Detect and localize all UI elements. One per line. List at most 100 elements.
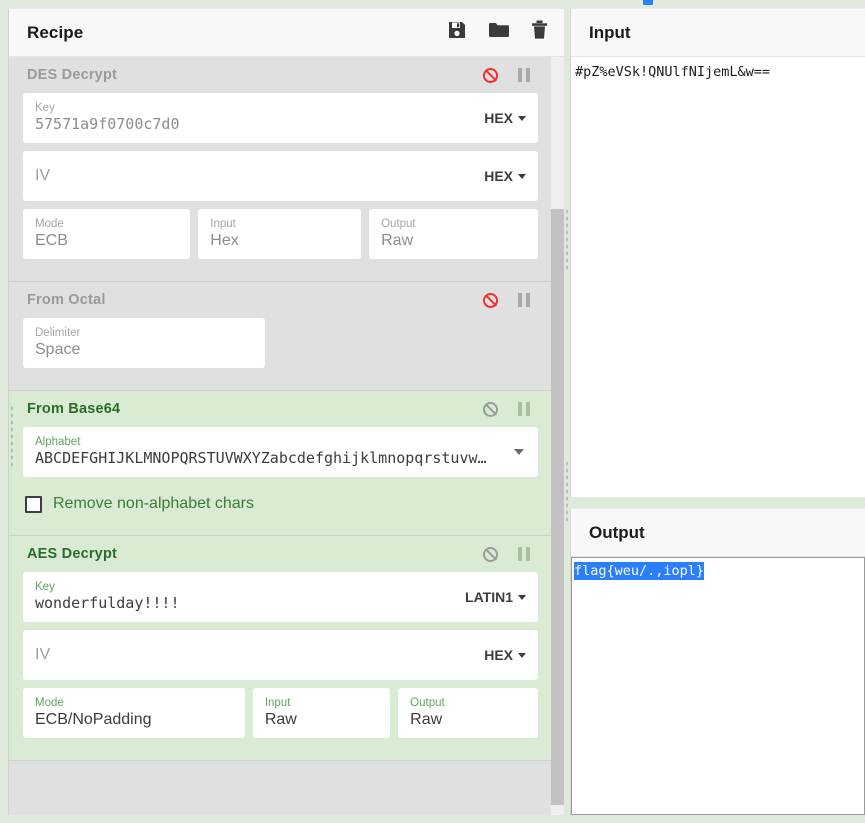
recipe-scrollbar-thumb[interactable]: [551, 209, 564, 805]
delimiter-label: Delimiter: [35, 327, 81, 339]
operation-header: From Base64: [9, 391, 552, 427]
alphabet-field[interactable]: Alphabet ABCDEFGHIJKLMNOPQRSTUVWXYZabcde…: [23, 427, 538, 477]
ingredient-row-key: Key wonderfulday!!!! LATIN1: [9, 572, 552, 622]
key-encoding-dropdown[interactable]: HEX: [484, 110, 526, 126]
input-title: Input: [589, 22, 631, 42]
ingredient-row-iv: IV HEX: [9, 630, 552, 680]
iv-placeholder: IV: [35, 645, 51, 663]
operation-from-octal[interactable]: From Octal Delimiter Space: [9, 282, 552, 391]
operation-header: DES Decrypt: [9, 57, 552, 93]
key-value: 57571a9f0700c7d0: [35, 115, 180, 133]
grip-dots: [10, 405, 15, 467]
key-value: wonderfulday!!!!: [35, 594, 180, 612]
operation-header: AES Decrypt: [9, 536, 552, 572]
input-type-label: Input: [210, 218, 236, 230]
operation-aes-decrypt[interactable]: AES Decrypt Key wonderfulday!!!! LATIN1: [9, 536, 552, 761]
output-selected-text: flag{weu/.,iopl}: [574, 562, 705, 580]
input-type-field[interactable]: Input Hex: [198, 209, 362, 259]
mode-field[interactable]: Mode ECB/NoPadding: [23, 688, 245, 738]
top-marker: [643, 0, 653, 5]
ingredient-row-iv: IV HEX: [9, 151, 552, 201]
operation-header: From Octal: [9, 282, 552, 318]
iv-encoding-dropdown[interactable]: HEX: [484, 647, 526, 663]
operation-des-decrypt[interactable]: DES Decrypt Key 57571a9f0700c7d0 HEX IV …: [9, 57, 552, 282]
operation-controls: [483, 401, 530, 417]
pause-icon[interactable]: [518, 293, 530, 307]
pause-icon[interactable]: [518, 402, 530, 416]
output-type-value: Raw: [381, 232, 414, 249]
save-icon[interactable]: [447, 20, 467, 45]
recipe-operation-list-viewport[interactable]: DES Decrypt Key 57571a9f0700c7d0 HEX IV …: [9, 57, 564, 815]
operation-title: From Octal: [27, 292, 106, 308]
recipe-operation-list: DES Decrypt Key 57571a9f0700c7d0 HEX IV …: [9, 57, 552, 761]
output-type-field[interactable]: Output Raw: [369, 209, 539, 259]
mode-field[interactable]: Mode ECB: [23, 209, 191, 259]
recipe-pane-left-grip[interactable]: [10, 405, 15, 467]
input-pane: Input #pZ%eVSk!QNUlfNIjemL&w==: [570, 8, 865, 497]
iv-encoding-dropdown[interactable]: HEX: [484, 168, 526, 184]
chevron-down-icon: [518, 173, 526, 179]
pause-icon[interactable]: [518, 68, 530, 82]
remove-non-alphabet-row[interactable]: Remove non-alphabet chars: [9, 485, 552, 521]
operation-controls: [483, 292, 530, 308]
output-header: Output: [571, 509, 865, 557]
output-pane-left-grip[interactable]: [565, 460, 570, 522]
ban-icon[interactable]: [483, 292, 498, 308]
operation-from-base64[interactable]: From Base64 Alphabet ABCDEFGHIJKLMNOPQRS…: [9, 391, 552, 536]
output-type-field[interactable]: Output Raw: [398, 688, 538, 738]
operation-title: From Base64: [27, 401, 121, 417]
input-type-field[interactable]: Input Raw: [252, 688, 391, 738]
key-encoding-label: HEX: [484, 110, 513, 126]
pause-icon[interactable]: [518, 547, 530, 561]
delimiter-value: Space: [35, 341, 81, 358]
input-pane-left-grip[interactable]: [565, 208, 570, 270]
input-type-value: Hex: [210, 232, 239, 249]
recipe-header-actions: [447, 20, 548, 45]
key-label: Key: [35, 581, 55, 593]
remove-non-alphabet-checkbox[interactable]: [25, 495, 42, 513]
ingredient-row-modes: Mode ECB/NoPadding Input Raw Output Raw: [9, 688, 552, 738]
recipe-scrollbar-track[interactable]: [551, 57, 564, 815]
output-type-label: Output: [410, 697, 445, 709]
ban-icon[interactable]: [483, 67, 498, 83]
output-type-value: Raw: [410, 711, 443, 728]
key-label: Key: [35, 102, 55, 114]
operation-controls: [483, 546, 530, 562]
page-background-left: [0, 0, 8, 823]
recipe-title: Recipe: [27, 22, 84, 42]
delimiter-field[interactable]: Delimiter Space: [23, 318, 265, 368]
page-background-top: [0, 0, 865, 8]
cyberchef-app: Recipe DES Decrypt Key 57571a9f0700c7d0 …: [0, 0, 865, 823]
iv-encoding-label: HEX: [484, 647, 513, 663]
output-textarea[interactable]: flag{weu/.,iopl}: [571, 557, 865, 815]
ingredient-row-key: Key 57571a9f0700c7d0 HEX: [9, 93, 552, 143]
key-field[interactable]: Key wonderfulday!!!! LATIN1: [23, 572, 538, 622]
iv-encoding-label: HEX: [484, 168, 513, 184]
mode-label: Mode: [35, 697, 64, 709]
key-field[interactable]: Key 57571a9f0700c7d0 HEX: [23, 93, 538, 143]
operation-title: DES Decrypt: [27, 67, 118, 83]
input-type-label: Input: [264, 697, 291, 709]
remove-non-alphabet-label: Remove non-alphabet chars: [53, 495, 255, 512]
folder-icon[interactable]: [488, 21, 510, 44]
key-encoding-dropdown[interactable]: LATIN1: [465, 589, 526, 605]
output-pane: Output flag{weu/.,iopl}: [570, 508, 865, 815]
alphabet-value: ABCDEFGHIJKLMNOPQRSTUVWXYZabcdefghijklmn…: [35, 449, 487, 467]
chevron-down-icon: [518, 652, 526, 658]
input-type-value: Raw: [264, 711, 297, 728]
mode-label: Mode: [35, 218, 64, 230]
operation-title: AES Decrypt: [27, 546, 118, 562]
ban-icon[interactable]: [483, 401, 498, 417]
output-type-label: Output: [381, 218, 416, 230]
iv-field[interactable]: IV HEX: [23, 630, 538, 680]
chevron-down-icon: [518, 115, 526, 121]
input-header: Input: [571, 9, 865, 57]
chevron-down-icon[interactable]: [514, 449, 524, 455]
trash-icon[interactable]: [531, 20, 548, 45]
recipe-pane: Recipe DES Decrypt Key 57571a9f0700c7d0 …: [8, 8, 564, 815]
iv-field[interactable]: IV HEX: [23, 151, 538, 201]
ban-icon[interactable]: [483, 546, 498, 562]
input-textarea[interactable]: #pZ%eVSk!QNUlfNIjemL&w==: [571, 57, 865, 497]
recipe-header: Recipe: [9, 9, 564, 57]
chevron-down-icon: [518, 594, 526, 600]
